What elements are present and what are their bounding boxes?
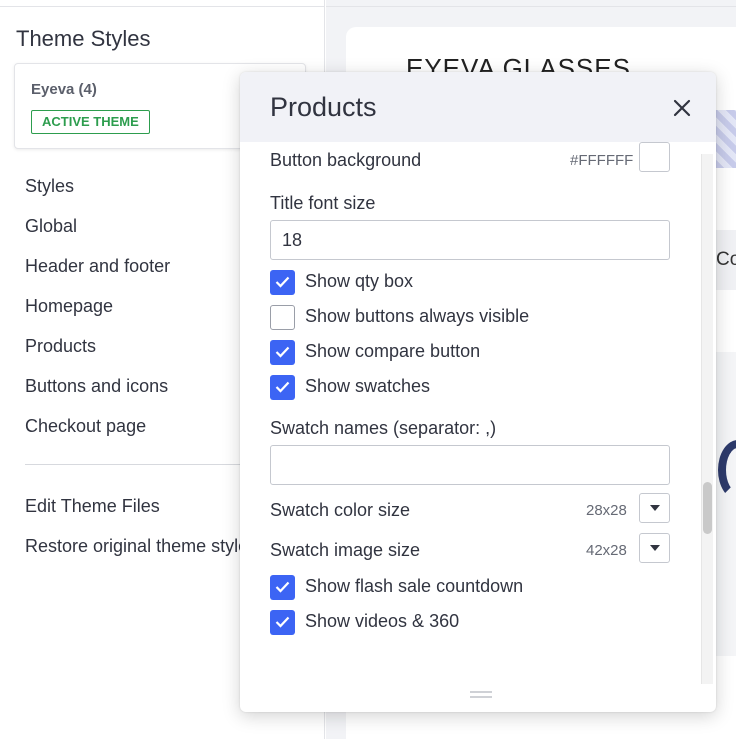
nav-item-styles[interactable]: Styles xyxy=(25,173,170,213)
swatch-color-size-dropdown[interactable] xyxy=(639,493,670,523)
show-swatches-checkbox[interactable] xyxy=(270,375,295,400)
checkmark-icon xyxy=(275,346,290,358)
swatch-image-size-label: Swatch image size xyxy=(270,540,421,560)
close-icon xyxy=(673,99,691,117)
theme-styles-nav: Styles Global Header and footer Homepage… xyxy=(25,173,170,453)
theme-files-nav: Edit Theme Files Restore original theme … xyxy=(25,493,257,573)
nav-item-header-footer[interactable]: Header and footer xyxy=(25,253,170,293)
show-videos-360-checkbox[interactable] xyxy=(270,610,295,635)
show-flash-sale-countdown-checkbox[interactable] xyxy=(270,575,295,600)
title-font-size-input[interactable] xyxy=(270,220,670,260)
show-qty-box-checkbox[interactable] xyxy=(270,270,295,295)
show-compare-button-label: Show compare button xyxy=(305,341,481,361)
show-compare-button-checkbox[interactable] xyxy=(270,340,295,365)
show-qty-box-label: Show qty box xyxy=(305,271,414,291)
resize-handle[interactable] xyxy=(470,691,492,700)
caret-down-icon xyxy=(650,545,660,551)
checkmark-icon xyxy=(275,616,290,628)
checkmark-icon xyxy=(275,276,290,288)
show-videos-360-checkbox-row[interactable]: Show videos & 360 xyxy=(270,610,500,636)
preview-top-divider xyxy=(326,6,736,7)
show-buttons-always-visible-checkbox[interactable] xyxy=(270,305,295,330)
preview-band-text: Co xyxy=(716,249,736,270)
active-theme-badge: ACTIVE THEME xyxy=(31,110,150,134)
swatch-names-label: Swatch names (separator: ,) xyxy=(270,418,497,438)
modal-scrollbar-track[interactable] xyxy=(701,154,713,684)
caret-down-icon xyxy=(650,505,660,511)
close-button[interactable] xyxy=(668,94,696,122)
nav-item-global[interactable]: Global xyxy=(25,213,170,253)
modal-header: Products xyxy=(240,72,716,142)
nav-item-restore-theme-styles[interactable]: Restore original theme styles xyxy=(25,533,257,573)
show-buttons-always-visible-label: Show buttons always visible xyxy=(305,306,530,326)
nav-item-checkout-page[interactable]: Checkout page xyxy=(25,413,170,453)
modal-scrollbar-thumb[interactable] xyxy=(703,482,712,534)
modal-title: Products xyxy=(270,92,377,122)
nav-item-buttons-icons[interactable]: Buttons and icons xyxy=(25,373,170,413)
swatch-color-size-label: Swatch color size xyxy=(270,500,411,520)
show-flash-sale-countdown-checkbox-row[interactable]: Show flash sale countdown xyxy=(270,575,560,601)
show-compare-button-checkbox-row[interactable]: Show compare button xyxy=(270,340,530,366)
nav-item-edit-theme-files[interactable]: Edit Theme Files xyxy=(25,493,257,533)
products-settings-modal: Products Button background #FFFFFF Title… xyxy=(240,72,716,712)
checkmark-icon xyxy=(275,581,290,593)
nav-item-homepage[interactable]: Homepage xyxy=(25,293,170,333)
show-swatches-label: Show swatches xyxy=(305,376,431,396)
swatch-image-size-value: 42x28 xyxy=(586,542,627,559)
modal-body: Button background #FFFFFF Title font siz… xyxy=(240,142,716,712)
show-swatches-checkbox-row[interactable]: Show swatches xyxy=(270,375,490,401)
swatch-image-size-dropdown[interactable] xyxy=(639,533,670,563)
nav-item-products[interactable]: Products xyxy=(25,333,170,373)
show-flash-sale-countdown-label: Show flash sale countdown xyxy=(305,576,524,596)
top-divider xyxy=(0,6,324,7)
preview-product-area xyxy=(716,352,736,656)
show-videos-360-label: Show videos & 360 xyxy=(305,611,460,631)
button-background-color-picker[interactable] xyxy=(639,142,670,172)
preview-banner xyxy=(716,110,736,168)
show-qty-box-checkbox-row[interactable]: Show qty box xyxy=(270,270,470,296)
show-buttons-always-visible-checkbox-row[interactable]: Show buttons always visible xyxy=(270,305,570,331)
swatch-names-input[interactable] xyxy=(270,445,670,485)
sidebar-title: Theme Styles xyxy=(16,26,151,51)
theme-name: Eyeva (4) xyxy=(31,81,97,98)
checkmark-icon xyxy=(275,381,290,393)
button-background-value: #FFFFFF xyxy=(570,152,634,169)
swatch-color-size-value: 28x28 xyxy=(586,502,627,519)
title-font-size-label: Title font size xyxy=(270,193,376,213)
button-background-label: Button background xyxy=(270,150,422,170)
